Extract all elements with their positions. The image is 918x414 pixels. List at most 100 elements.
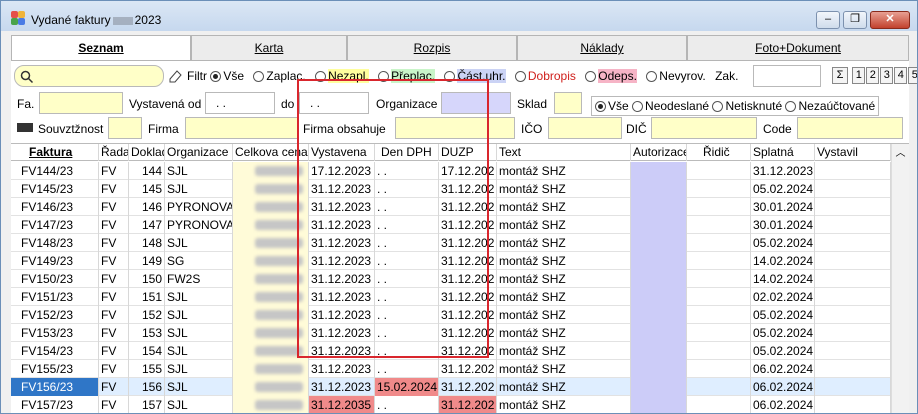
table-row[interactable]: FV157/23 FV 157 SJL 31.12.2035. . 31.12.202 mo… bbox=[11, 396, 891, 413]
tab-karta[interactable]: Karta bbox=[191, 35, 347, 60]
firma-label: Firma bbox=[148, 122, 179, 136]
cell-celkova-cena bbox=[233, 396, 309, 413]
restore-button[interactable]: ❐ bbox=[843, 11, 867, 29]
cell-text: montáž SHZ bbox=[497, 198, 631, 216]
ico-input[interactable] bbox=[548, 117, 622, 139]
cell-faktura: FV157/23 bbox=[11, 396, 99, 413]
cell-text: montáž SHZ bbox=[497, 162, 631, 180]
send-not-printed[interactable]: Netisknuté bbox=[712, 99, 782, 113]
col-doklad[interactable]: Doklad bbox=[129, 144, 165, 161]
cell-text: montáž SHZ bbox=[497, 360, 631, 378]
table-row[interactable]: FV155/23 FV 155 SJL 31.12.2023. . 31.12.202 mo… bbox=[11, 360, 891, 378]
cell-splatna: 06.02.2024 bbox=[753, 378, 815, 396]
filter-all[interactable]: Vše bbox=[210, 69, 244, 83]
sklad-label: Sklad bbox=[517, 97, 548, 111]
cell-rada: FV bbox=[99, 360, 129, 378]
cell-splatna: 05.02.2024 bbox=[753, 324, 815, 342]
scroll-up-icon[interactable]: ︿ bbox=[896, 148, 906, 159]
cell-organizace: FW2S bbox=[165, 270, 233, 288]
tab-foto-dokument[interactable]: Foto+Dokument bbox=[687, 35, 909, 60]
tab-rozpis[interactable]: Rozpis bbox=[347, 35, 517, 60]
number-button-3[interactable]: 3 bbox=[880, 67, 894, 84]
cell-faktura: FV154/23 bbox=[11, 342, 99, 360]
filter-credit-note[interactable]: Dobropis bbox=[514, 69, 576, 83]
filter-written-off[interactable]: Odeps. bbox=[585, 69, 637, 83]
cell-autorizace bbox=[631, 378, 687, 396]
col-organizace[interactable]: Organizace bbox=[165, 144, 233, 161]
send-all[interactable]: Vše bbox=[595, 99, 629, 113]
col-splatna[interactable]: Splatná bbox=[751, 144, 815, 161]
cell-vystavil bbox=[815, 198, 891, 216]
cell-splatna: 30.01.2024 bbox=[753, 216, 815, 234]
cell-duzp: 31.12.202 bbox=[439, 396, 497, 413]
cell-faktura: FV147/23 bbox=[11, 216, 99, 234]
number-button-5[interactable]: 5 bbox=[908, 67, 917, 84]
cell-organizace: SJL bbox=[165, 378, 233, 396]
vystavena-od-input[interactable]: . . bbox=[205, 92, 275, 114]
fa-label: Fa. bbox=[17, 97, 35, 111]
cell-organizace: SJL bbox=[165, 288, 233, 306]
table-row[interactable]: ▸FV156/23FV156SJL31.12.202315.02.202431.… bbox=[11, 378, 891, 396]
cell-organizace: PYRONOVA bbox=[167, 216, 233, 234]
cell-vystavil bbox=[815, 324, 891, 342]
radio-icon bbox=[595, 101, 606, 112]
send-not-sent[interactable]: Neodeslané bbox=[632, 99, 709, 113]
col-autorizace[interactable]: Autorizace bbox=[631, 144, 687, 161]
cell-text: montáž SHZ bbox=[497, 396, 631, 413]
cell-splatna: 05.02.2024 bbox=[753, 234, 815, 252]
search-input[interactable] bbox=[14, 65, 164, 87]
cell-text: montáž SHZ bbox=[497, 270, 631, 288]
cell-organizace: SG bbox=[165, 252, 233, 270]
col-vystavil[interactable]: Vystavil bbox=[815, 144, 891, 161]
cell-autorizace bbox=[631, 216, 687, 234]
tab-naklady[interactable]: Náklady bbox=[517, 35, 687, 60]
cell-ridic bbox=[687, 198, 751, 216]
number-button-1[interactable]: 1 bbox=[852, 67, 866, 84]
cell-doklad: 157 bbox=[129, 396, 165, 413]
col-faktura[interactable]: Faktura bbox=[11, 144, 99, 161]
cell-duzp: 31.12.202 bbox=[439, 378, 497, 396]
col-text[interactable]: Text bbox=[497, 144, 631, 161]
cell-vystavena: 31.12.2035 bbox=[309, 396, 375, 413]
number-button-4[interactable]: 4 bbox=[894, 67, 908, 84]
zak-input[interactable] bbox=[753, 65, 821, 87]
cell-doklad: 152 bbox=[129, 306, 165, 324]
cell-ridic bbox=[687, 234, 751, 252]
redacted-value bbox=[255, 382, 303, 392]
filter-unbalanced[interactable]: Nevyrov. bbox=[646, 69, 706, 83]
fa-input[interactable] bbox=[39, 92, 123, 114]
cell-text: montáž SHZ bbox=[497, 216, 631, 234]
cell-ridic bbox=[687, 288, 751, 306]
cell-doklad: 146 bbox=[129, 198, 165, 216]
send-not-booked[interactable]: Nezaúčtované bbox=[785, 99, 875, 113]
sum-button[interactable]: Σ bbox=[832, 67, 848, 84]
cell-doklad: 154 bbox=[129, 342, 165, 360]
invoices-window: Vydané faktury 2023 ‒ ❐ ✕ Seznam Karta Ro… bbox=[0, 0, 918, 414]
cell-splatna: 14.02.2024 bbox=[753, 252, 815, 270]
cell-ridic bbox=[687, 360, 751, 378]
cell-faktura: FV148/23 bbox=[11, 234, 99, 252]
radio-icon bbox=[632, 101, 644, 112]
code-input[interactable] bbox=[797, 117, 903, 139]
send-filter: Vše Neodeslané Netisknuté Nezaúčtované bbox=[591, 96, 880, 116]
col-rada[interactable]: Řada bbox=[99, 144, 129, 161]
sklad-input[interactable] bbox=[554, 92, 582, 114]
cell-faktura: FV151/23 bbox=[11, 288, 99, 306]
cell-faktura: FV156/23 bbox=[11, 378, 99, 396]
col-ridic[interactable]: Řidič bbox=[687, 144, 751, 161]
cell-rada: FV bbox=[99, 252, 129, 270]
close-button[interactable]: ✕ bbox=[870, 11, 910, 29]
vertical-scrollbar[interactable]: ︿ bbox=[891, 144, 909, 413]
cell-celkova-cena bbox=[233, 360, 309, 378]
dic-input[interactable] bbox=[651, 117, 757, 139]
redacted-value bbox=[255, 292, 303, 302]
firma-input[interactable] bbox=[185, 117, 299, 139]
cell-faktura: FV144/23 bbox=[11, 162, 99, 180]
cell-rada: FV bbox=[99, 270, 129, 288]
cell-ridic bbox=[687, 252, 751, 270]
tab-seznam[interactable]: Seznam bbox=[11, 35, 191, 61]
eraser-icon[interactable] bbox=[167, 68, 183, 84]
number-button-2[interactable]: 2 bbox=[866, 67, 880, 84]
souvztaznost-input[interactable] bbox=[108, 117, 142, 139]
minimize-button[interactable]: ‒ bbox=[816, 11, 840, 29]
